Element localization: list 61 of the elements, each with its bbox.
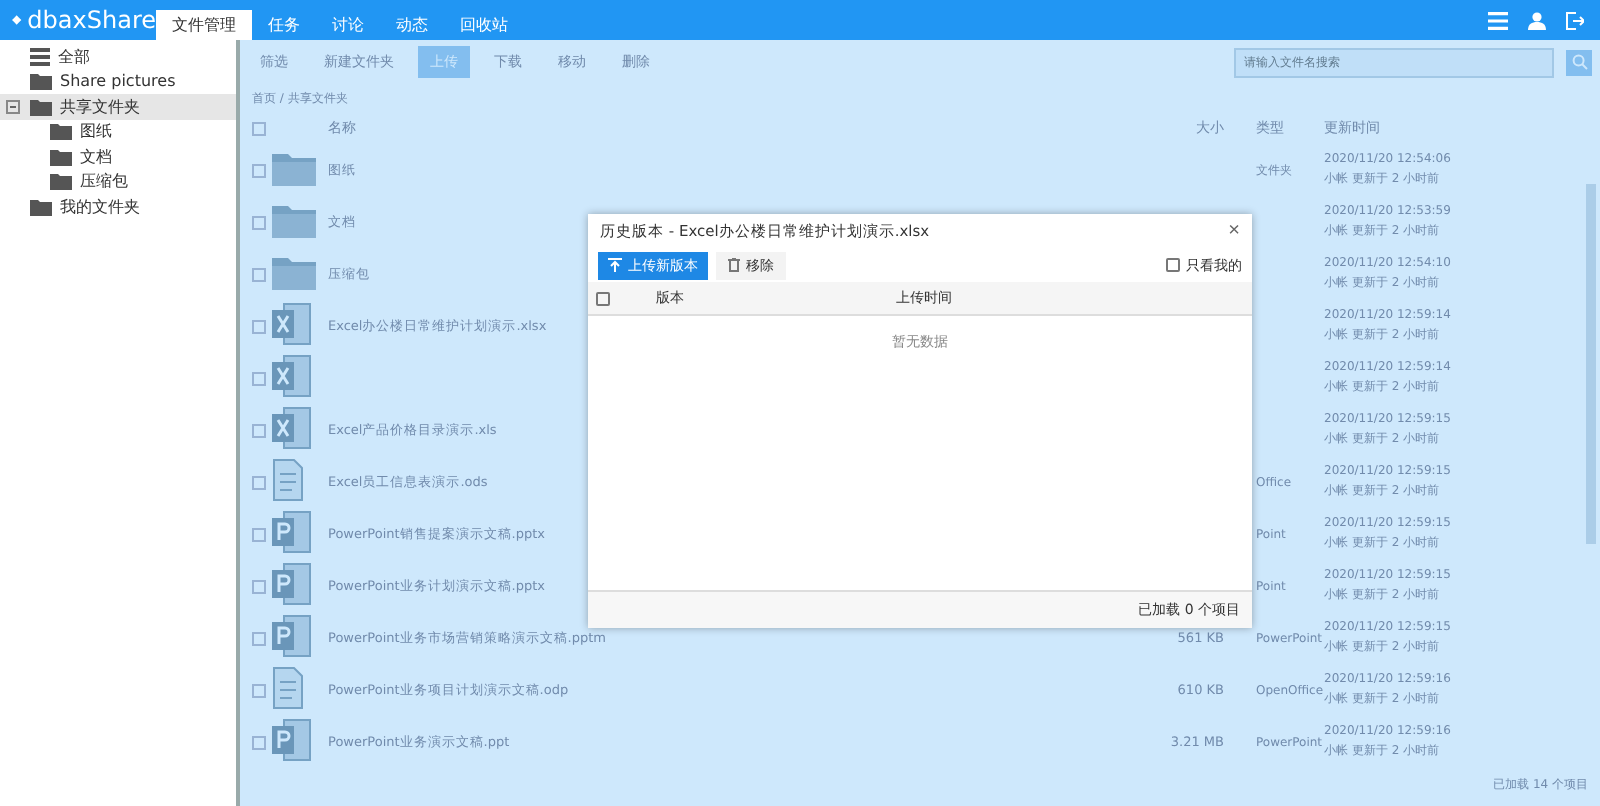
checkbox[interactable] xyxy=(596,291,610,305)
presentation-file-icon xyxy=(272,614,312,658)
checkbox[interactable] xyxy=(252,319,266,333)
spreadsheet-file-icon xyxy=(272,406,312,450)
checkbox[interactable] xyxy=(252,735,266,749)
folder-icon xyxy=(30,197,52,216)
user-icon[interactable] xyxy=(1528,11,1546,29)
checkbox[interactable] xyxy=(252,631,266,645)
folder-icon xyxy=(272,150,316,186)
checkbox[interactable] xyxy=(252,475,266,489)
logo-text: dbaxShare xyxy=(27,6,156,34)
spreadsheet-file-icon xyxy=(272,354,312,398)
spreadsheet-file-icon xyxy=(272,302,312,346)
nav-tab[interactable]: 动态 xyxy=(380,10,444,40)
presentation-file-icon xyxy=(272,510,312,554)
nav-tab[interactable]: 文件管理 xyxy=(156,10,252,40)
checkbox[interactable] xyxy=(252,267,266,281)
tree-label: 我的文件夹 xyxy=(60,195,140,218)
presentation-file-icon xyxy=(272,718,312,762)
close-button[interactable]: × xyxy=(1228,220,1240,242)
document-file-icon xyxy=(272,666,304,710)
tree-item[interactable]: 图纸 xyxy=(0,119,236,144)
tree-label: 全部 xyxy=(58,45,90,68)
menu-icon[interactable] xyxy=(1488,11,1508,29)
upload-icon xyxy=(608,258,622,272)
tree-item[interactable]: 压缩包 xyxy=(0,169,236,194)
checkbox[interactable] xyxy=(1166,258,1180,272)
tree-label: 压缩包 xyxy=(80,170,128,193)
search-button[interactable] xyxy=(1566,49,1592,75)
checkbox[interactable] xyxy=(252,423,266,437)
logout-icon[interactable] xyxy=(1566,11,1584,29)
tree-item[interactable]: 共享文件夹 xyxy=(0,94,236,119)
search-icon xyxy=(1571,54,1587,70)
folder-icon xyxy=(30,97,52,116)
nav-tab[interactable]: 回收站 xyxy=(444,10,524,40)
folder-icon xyxy=(50,172,72,191)
checkbox[interactable] xyxy=(252,527,266,541)
nav-tab[interactable]: 任务 xyxy=(252,10,316,40)
tree-label: 图纸 xyxy=(80,120,112,143)
checkbox[interactable] xyxy=(252,371,266,385)
collapse-icon[interactable] xyxy=(6,99,20,114)
list-icon xyxy=(30,47,50,66)
checkbox[interactable] xyxy=(252,163,266,177)
folder-icon xyxy=(272,202,316,238)
tree-item[interactable]: 我的文件夹 xyxy=(0,194,236,219)
tree-item[interactable]: Share pictures xyxy=(0,69,236,94)
folder-icon xyxy=(272,254,316,290)
checkbox[interactable] xyxy=(252,121,266,135)
checkbox[interactable] xyxy=(252,683,266,697)
tree-label: Share pictures xyxy=(60,72,176,91)
folder-icon xyxy=(50,147,72,166)
checkbox[interactable] xyxy=(252,215,266,229)
tree-item[interactable]: 全部 xyxy=(0,44,236,69)
trash-icon xyxy=(728,258,740,272)
presentation-file-icon xyxy=(272,562,312,606)
tree-item[interactable]: 文档 xyxy=(0,144,236,169)
nav-tab[interactable]: 讨论 xyxy=(316,10,380,40)
tree-label: 共享文件夹 xyxy=(60,95,140,118)
tree-label: 文档 xyxy=(80,145,112,168)
checkbox[interactable] xyxy=(252,579,266,593)
document-file-icon xyxy=(272,458,304,502)
